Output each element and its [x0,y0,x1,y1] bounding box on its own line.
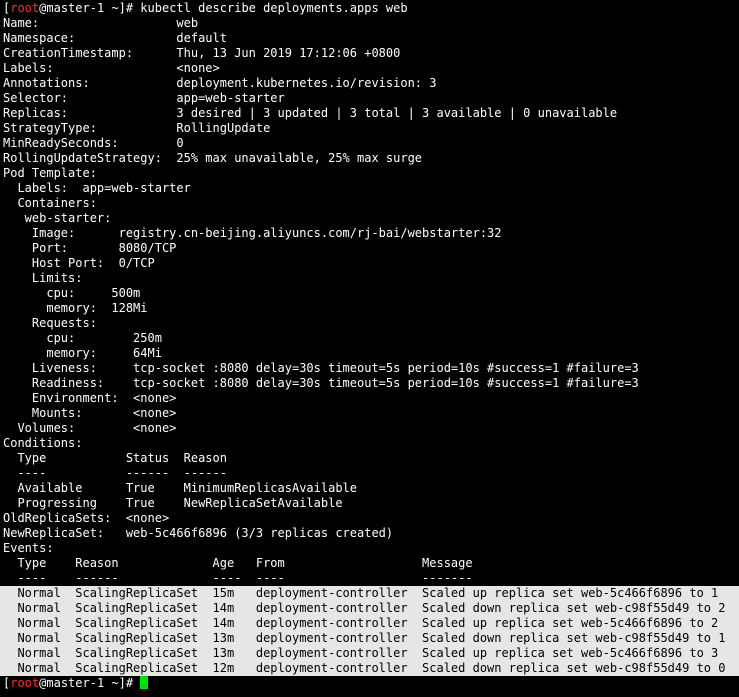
output-line: MinReadySeconds: 0 [3,136,184,150]
output-line: StrategyType: RollingUpdate [3,121,271,135]
output-line: Progressing True NewReplicaSetAvailable [3,496,343,510]
output-line: Port: 8080/TCP [3,241,177,255]
command-text: kubectl describe deployments.apps web [140,1,408,15]
output-line: Liveness: tcp-socket :8080 delay=30s tim… [3,361,639,375]
prompt-user: root [10,1,40,15]
output-line: Namespace: default [3,31,227,45]
output-line: Events: [3,541,54,555]
event-row: Normal ScalingReplicaSet 13m deployment-… [0,631,739,646]
events-block: Normal ScalingReplicaSet 15m deployment-… [0,586,739,676]
output-line: Requests: [3,316,97,330]
output-line: Annotations: deployment.kubernetes.io/re… [3,76,437,90]
output-line: Name: web [3,16,199,30]
output-line: Conditions: [3,436,83,450]
output-line: Limits: [3,271,83,285]
prompt-host: @master-1 ~]# [39,1,141,15]
output-line: Type Reason Age From Message [3,556,473,570]
final-prompt-line[interactable]: [root@master-1 ~]# [0,676,739,691]
output-line: Environment: <none> [3,391,177,405]
output-line: cpu: 500m [3,286,141,300]
output-line: memory: 128Mi [3,301,148,315]
event-row: Normal ScalingReplicaSet 15m deployment-… [0,586,739,601]
output-line: Readiness: tcp-socket :8080 delay=30s ti… [3,376,639,390]
output-line: Mounts: <none> [3,406,177,420]
output-line: OldReplicaSets: <none> [3,511,170,525]
output-line: RollingUpdateStrategy: 25% max unavailab… [3,151,423,165]
output-line: NewReplicaSet: web-5c466f6896 (3/3 repli… [3,526,394,540]
output-line: memory: 64Mi [3,346,162,360]
output-block: Name: web Namespace: default CreationTimes… [0,16,739,586]
output-line: Volumes: <none> [3,421,177,435]
output-line: Type Status Reason [3,451,227,465]
output-line: Replicas: 3 desired | 3 updated | 3 tota… [3,106,618,120]
command-prompt-line: [root@master-1 ~]# kubectl describe depl… [0,1,739,16]
output-line: CreationTimestamp: Thu, 13 Jun 2019 17:1… [3,46,401,60]
event-row: Normal ScalingReplicaSet 14m deployment-… [0,616,739,631]
output-line: web-starter: [3,211,112,225]
final-prompt-host: @master-1 ~]# [39,676,141,690]
output-line: Labels: app=web-starter [3,181,191,195]
output-line: ---- ------ ------ [3,466,227,480]
output-line: Image: registry.cn-beijing.aliyuncs.com/… [3,226,502,240]
output-line: Available True MinimumReplicasAvailable [3,481,358,495]
output-line: Containers: [3,196,97,210]
output-line: Selector: app=web-starter [3,91,285,105]
output-line: cpu: 250m [3,331,162,345]
event-row: Normal ScalingReplicaSet 13m deployment-… [0,646,739,661]
output-line: Pod Template: [3,166,97,180]
output-line: ---- ------ ---- ---- ------- [3,571,473,585]
output-line: Host Port: 0/TCP [3,256,155,270]
event-row: Normal ScalingReplicaSet 14m deployment-… [0,601,739,616]
final-prompt-user: root [10,676,40,690]
output-line: Labels: <none> [3,61,220,75]
event-row: Normal ScalingReplicaSet 12m deployment-… [0,661,739,676]
terminal-window[interactable]: [root@master-1 ~]# kubectl describe depl… [0,0,739,697]
text-cursor [140,676,149,689]
